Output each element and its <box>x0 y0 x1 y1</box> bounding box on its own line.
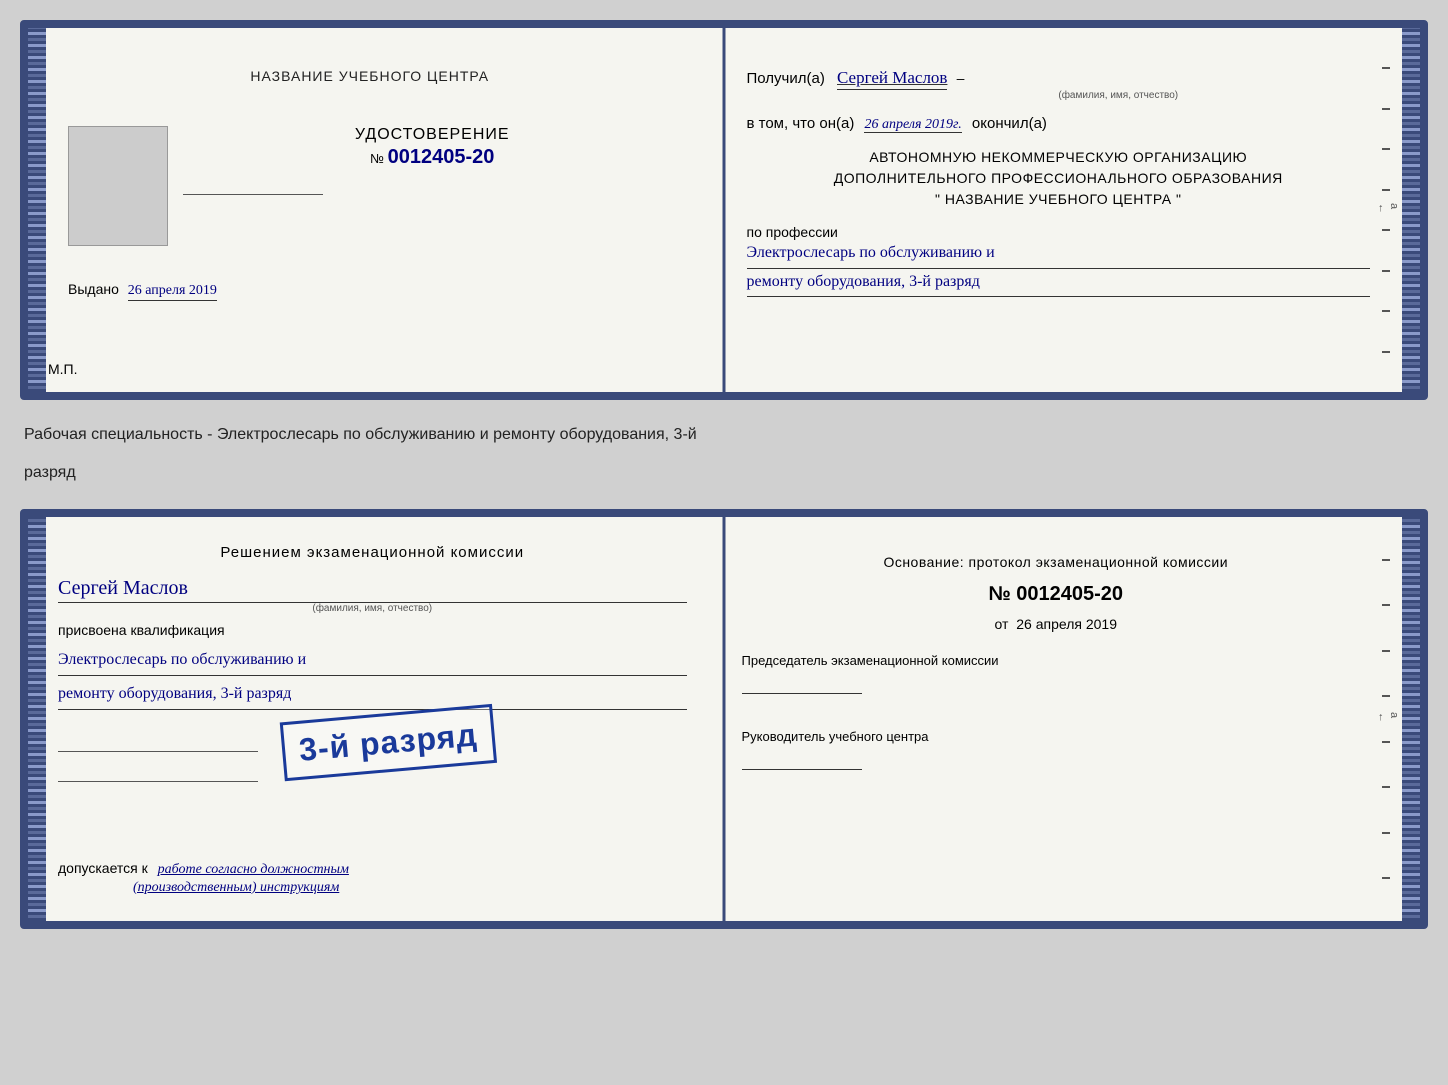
mp-label: М.П. <box>48 361 78 377</box>
okoncil-label: окончил(а) <box>972 115 1047 132</box>
udostoverenie-block: УДОСТОВЕРЕНИЕ № 0012405-20 <box>183 126 682 169</box>
cert2-profession2: ремонту оборудования, 3-й разряд <box>58 680 687 710</box>
rukovoditel-signature-line <box>742 750 862 770</box>
prisvoyena-text: присвоена квалификация <box>58 622 687 638</box>
org-line1: АВТОНОМНУЮ НЕКОММЕРЧЕСКУЮ ОРГАНИЗАЦИЮ <box>747 147 1371 168</box>
profession-line2-top: ремонту оборудования, 3-й разряд <box>747 269 1371 298</box>
cert-bottom-right: Основание: протокол экзаменационной коми… <box>707 517 1421 921</box>
cert-number-top: 0012405-20 <box>388 146 495 168</box>
specialty-block: Рабочая специальность - Электрослесарь п… <box>20 416 1428 493</box>
predsedatel-signature-line <box>742 674 862 694</box>
certificate-bottom: Решением экзаменационной комиссии Сергей… <box>20 509 1428 929</box>
vtom-label: в том, что он(а) <box>747 115 855 132</box>
po-professii-block: по профессии Электрослесарь по обслужива… <box>747 224 1371 297</box>
page-wrapper: НАЗВАНИЕ УЧЕБНОГО ЦЕНТРА УДОСТОВЕРЕНИЕ №… <box>20 20 1428 929</box>
specialty-text2: разряд <box>20 454 1428 492</box>
cert2-num-prefix: № <box>988 583 1010 605</box>
photo-placeholder <box>68 126 168 246</box>
vtom-line: в том, что он(а) 26 апреля 2019г. окончи… <box>747 115 1371 133</box>
resheniye-title: Решением экзаменационной комиссии <box>58 542 687 563</box>
profession-line1-top: Электрослесарь по обслуживанию и <box>747 240 1371 269</box>
specialty-text: Рабочая специальность - Электрослесарь п… <box>20 416 1428 454</box>
cert2-profession1: Электрослесарь по обслуживанию и <box>58 646 687 676</box>
org-line2: ДОПОЛНИТЕЛЬНОГО ПРОФЕССИОНАЛЬНОГО ОБРАЗО… <box>747 168 1371 189</box>
received-line: Получил(а) Сергей Маслов – (фамилия, имя… <box>747 68 1371 101</box>
cert-top-left: НАЗВАНИЕ УЧЕБНОГО ЦЕНТРА УДОСТОВЕРЕНИЕ №… <box>28 28 712 392</box>
rukovoditel-block: Руководитель учебного центра <box>742 728 1371 774</box>
org-line3: " НАЗВАНИЕ УЧЕБНОГО ЦЕНТРА " <box>747 189 1371 210</box>
ot-prefix: от <box>994 616 1008 632</box>
osnovaniye-text: Основание: протокол экзаменационной коми… <box>742 552 1371 573</box>
cert2-name: Сергей Маслов <box>58 577 687 603</box>
cert2-number: № 0012405-20 <box>742 583 1371 606</box>
ot-date-value: 26 апреля 2019 <box>1016 616 1117 632</box>
texture-right-top <box>1402 28 1420 392</box>
rukovoditel-label: Руководитель учебного центра <box>742 728 1371 746</box>
predsedatel-block: Председатель экзаменационной комиссии <box>742 652 1371 698</box>
texture-right-bottom <box>1402 517 1420 921</box>
po-professii-label: по профессии <box>747 224 838 240</box>
org-block: АВТОНОМНУЮ НЕКОММЕРЧЕСКУЮ ОРГАНИЗАЦИЮ ДО… <box>747 147 1371 210</box>
cert-bottom-left: Решением экзаменационной комиссии Сергей… <box>28 517 707 921</box>
vydano-label: Выдано <box>68 281 119 297</box>
cert2-date: от 26 апреля 2019 <box>742 616 1371 632</box>
received-label: Получил(а) <box>747 70 825 87</box>
cert-top-title: НАЗВАНИЕ УЧЕБНОГО ЦЕНТРА <box>250 68 489 84</box>
fio-subtitle-top: (фамилия, имя, отчество) <box>867 90 1371 101</box>
dopuskaetsya-prefix: допускается к <box>58 860 148 876</box>
cert-top-right: Получил(а) Сергей Маслов – (фамилия, имя… <box>712 28 1421 392</box>
cert2-fio-sub: (фамилия, имя, отчество) <box>58 603 687 614</box>
recipient-name: Сергей Маслов <box>837 68 947 90</box>
cert2-num-value: 0012405-20 <box>1016 583 1123 605</box>
udostoverenie-label: УДОСТОВЕРЕНИЕ <box>183 126 682 144</box>
vtom-date: 26 апреля 2019г. <box>864 117 961 133</box>
dopuskaetsya-text: работе согласно должностным <box>158 862 349 877</box>
dopuskaetsya-block: допускается к работе согласно должностны… <box>58 860 687 896</box>
vydano-line: Выдано 26 апреля 2019 <box>68 281 217 299</box>
certificate-top: НАЗВАНИЕ УЧЕБНОГО ЦЕНТРА УДОСТОВЕРЕНИЕ №… <box>20 20 1428 400</box>
predsedatel-label: Председатель экзаменационной комиссии <box>742 652 1371 670</box>
vydano-date: 26 апреля 2019 <box>128 283 217 301</box>
dopuskaetsya-text2: (производственным) инструкциям <box>133 880 339 895</box>
number-prefix: № <box>370 151 384 166</box>
